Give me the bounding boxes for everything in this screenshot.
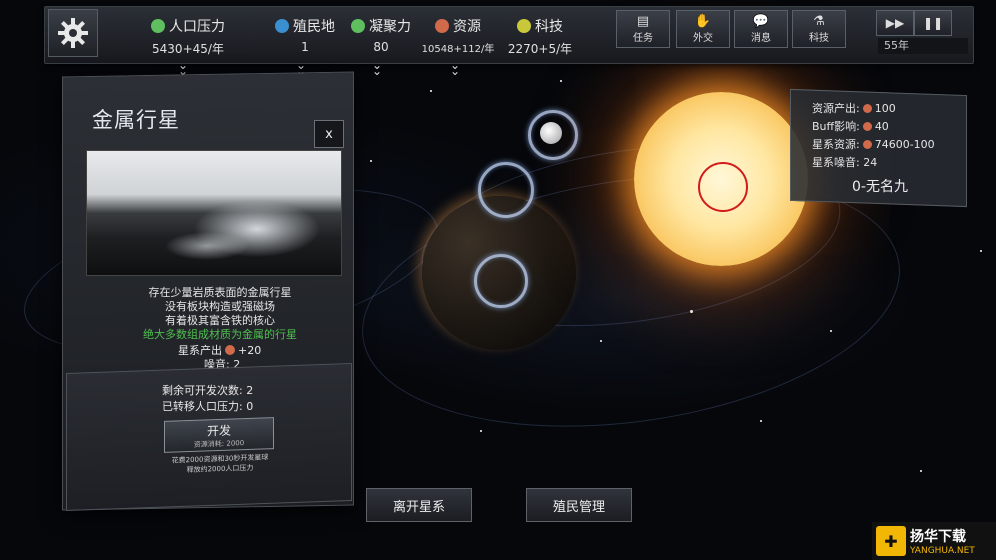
stat-colony[interactable]: 殖民地 1 bbox=[270, 16, 340, 54]
message-icon: 💬 bbox=[752, 14, 770, 29]
resource-icon bbox=[862, 121, 872, 131]
stat-label: 资源 bbox=[453, 19, 481, 35]
planet-select-ring[interactable] bbox=[478, 162, 534, 218]
population-icon bbox=[151, 19, 165, 33]
stat-value: 5430+45/年 bbox=[152, 42, 224, 56]
cohesion-icon bbox=[351, 19, 365, 33]
develop-note: 花费2000资源和30秒开发星球 释放约2000人口压力 bbox=[171, 453, 269, 475]
watermark: ✚ 扬华下载 YANGHUA.NET bbox=[872, 522, 996, 560]
gear-icon bbox=[58, 18, 88, 48]
watermark-logo-icon: ✚ bbox=[876, 526, 906, 556]
star bbox=[370, 160, 372, 162]
resource-icon bbox=[225, 345, 235, 355]
planet-select-ring[interactable] bbox=[474, 254, 528, 308]
colony-icon bbox=[275, 19, 289, 33]
star bbox=[430, 90, 432, 92]
star bbox=[560, 80, 562, 82]
stat-value: 10548+112/年 bbox=[421, 44, 495, 55]
colony-management-button[interactable]: 殖民管理 bbox=[526, 488, 632, 522]
tech-icon bbox=[517, 19, 531, 33]
close-button[interactable]: x bbox=[314, 120, 344, 148]
transferred-pressure: 已转移人口压力: 0 bbox=[162, 400, 254, 413]
system-noise: 星系噪音: 24 bbox=[812, 156, 878, 169]
flask-icon: ⚗ bbox=[813, 14, 825, 29]
pause-icon: ❚❚ bbox=[922, 16, 944, 30]
system-name: 0-无名九 bbox=[852, 179, 908, 195]
fast-forward-button[interactable]: ▶▶ bbox=[876, 10, 914, 36]
stat-tech[interactable]: 科技 2270+5/年 bbox=[500, 16, 580, 57]
pause-button[interactable]: ❚❚ bbox=[914, 10, 952, 36]
system-output: 资源产出: 100 bbox=[812, 101, 896, 116]
tech-button[interactable]: ⚗ 科技 bbox=[792, 10, 846, 48]
stat-value: 2270+5/年 bbox=[507, 42, 573, 56]
planet-desc-highlight: 绝大多数组成材质为金属的行星 bbox=[143, 328, 297, 341]
stat-label: 凝聚力 bbox=[369, 19, 411, 35]
message-button[interactable]: 💬 消息 bbox=[734, 10, 788, 48]
chevron-down-icon[interactable]: ⌄ ⌄ bbox=[178, 59, 188, 77]
chevron-down-icon[interactable]: ⌄ ⌄ bbox=[372, 59, 382, 77]
resource-icon bbox=[862, 103, 872, 113]
stat-value: 80 bbox=[373, 40, 389, 54]
stat-resource[interactable]: 资源 10548+112/年 bbox=[420, 16, 496, 55]
stat-label: 人口压力 bbox=[169, 19, 225, 35]
system-buff: Buff影响: 40 bbox=[812, 119, 889, 134]
moon[interactable] bbox=[540, 122, 562, 144]
stat-population[interactable]: 人口压力 5430+45/年 bbox=[140, 16, 236, 57]
stat-label: 殖民地 bbox=[293, 19, 335, 35]
remaining-count: 剩余可开发次数: 2 bbox=[162, 384, 254, 397]
star bbox=[980, 250, 982, 252]
fast-forward-icon: ▶▶ bbox=[885, 16, 905, 30]
planet-image bbox=[86, 150, 342, 276]
chevron-down-icon[interactable]: ⌄ ⌄ bbox=[450, 59, 460, 77]
stat-cohesion[interactable]: 凝聚力 80 bbox=[346, 16, 416, 54]
stat-value: 1 bbox=[301, 40, 309, 54]
develop-button[interactable]: 开发 资源消耗: 2000 bbox=[164, 417, 274, 453]
star bbox=[480, 430, 482, 432]
settings-button[interactable] bbox=[48, 9, 98, 57]
task-button[interactable]: ▤ 任务 bbox=[616, 10, 670, 48]
task-icon: ▤ bbox=[636, 14, 650, 29]
resource-icon bbox=[862, 139, 872, 149]
sun-target-ring[interactable] bbox=[698, 162, 748, 212]
star bbox=[760, 420, 762, 422]
star bbox=[920, 470, 922, 472]
diplomacy-button[interactable]: ✋ 外交 bbox=[676, 10, 730, 48]
resource-icon bbox=[435, 19, 449, 33]
system-reserves: 星系资源: 74600-100 bbox=[812, 137, 935, 152]
leave-system-button[interactable]: 离开星系 bbox=[366, 488, 472, 522]
handshake-icon: ✋ bbox=[694, 14, 712, 29]
stat-label: 科技 bbox=[535, 19, 563, 35]
year-display: 55年 bbox=[878, 38, 968, 54]
planet-title: 金属行星 bbox=[92, 108, 180, 132]
